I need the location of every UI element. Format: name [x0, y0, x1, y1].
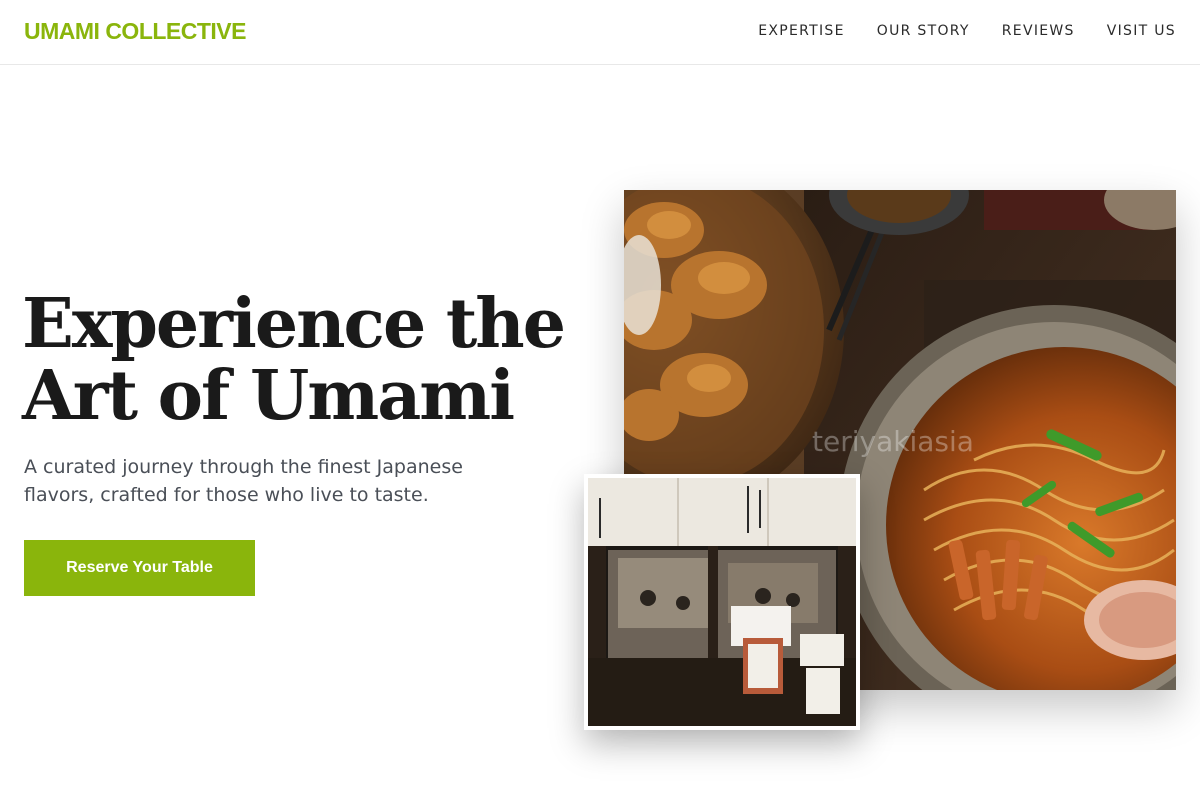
main-nav: EXPERTISE OUR STORY REVIEWS VISIT US	[758, 23, 1176, 39]
storefront-illustration	[588, 478, 856, 726]
hero-subtitle: A curated journey through the finest Jap…	[24, 456, 463, 506]
nav-link-our-story[interactable]: OUR STORY	[877, 23, 970, 39]
restaurant-storefront-photo	[584, 474, 860, 730]
reserve-table-button[interactable]: Reserve Your Table	[24, 540, 255, 596]
hero-title-line-2: Art of Umami	[22, 356, 515, 436]
nav-link-reviews[interactable]: REVIEWS	[1002, 23, 1075, 39]
nav-link-expertise[interactable]: EXPERTISE	[758, 23, 845, 39]
site-header: UMAMI COLLECTIVE EXPERTISE OUR STORY REV…	[0, 0, 1200, 65]
brand-logo[interactable]: UMAMI COLLECTIVE	[24, 18, 247, 45]
photo-watermark: teriyakiasia	[812, 425, 974, 458]
hero-title-line-1: Experience the	[22, 284, 566, 364]
hero-title: Experience the Art of Umami	[22, 288, 582, 432]
nav-link-visit-us[interactable]: VISIT US	[1107, 23, 1176, 39]
